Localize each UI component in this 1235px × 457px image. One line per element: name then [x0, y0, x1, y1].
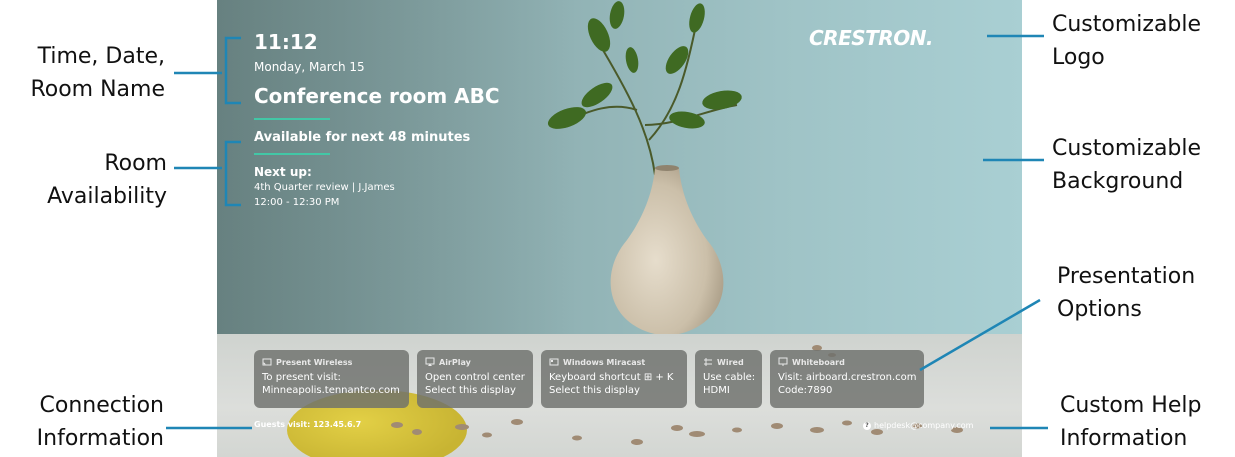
guest-connection-info: Guests visit: 123.45.6.7: [254, 420, 362, 429]
plant-branch-image: [547, 1, 742, 176]
next-up-title: 4th Quarter review | J.James: [254, 182, 395, 193]
help-email: helpdesk@company.com: [874, 421, 974, 430]
card-wired[interactable]: Wired Use cable: HDMI: [695, 350, 762, 408]
card-line2: Select this display: [425, 385, 516, 396]
next-up-time: 12:00 - 12:30 PM: [254, 197, 340, 208]
annotation-presentation-options: Presentation Options: [1057, 264, 1196, 322]
annotation-custom-help-information: Custom Help Information: [1060, 393, 1202, 451]
card-title: Windows Miracast: [563, 357, 646, 367]
vase-image: [610, 165, 724, 336]
card-line2: Code:7890: [778, 385, 833, 396]
card-line1: To present visit:: [262, 372, 341, 383]
card-line1: Visit: airboard.crestron.com: [778, 372, 917, 383]
annotation-time-date-room: Time, Date, Room Name: [30, 44, 165, 102]
divider-bottom: [254, 153, 330, 155]
wired-icon: [704, 358, 712, 366]
card-title: Wired: [717, 357, 744, 367]
divider-top: [254, 118, 330, 120]
card-present-wireless[interactable]: Present Wireless To present visit: Minne…: [254, 350, 409, 408]
card-title: Whiteboard: [792, 357, 845, 367]
current-date: Monday, March 15: [254, 60, 365, 74]
next-up-label: Next up:: [254, 165, 312, 179]
whiteboard-icon: [778, 357, 788, 366]
room-name: Conference room ABC: [254, 84, 500, 108]
card-title: Present Wireless: [276, 357, 353, 367]
availability-status: Available for next 48 minutes: [254, 130, 471, 145]
card-line1: Use cable:: [703, 372, 756, 383]
airplay-icon: [425, 357, 435, 366]
card-line2: Minneapolis.tennantco.com: [262, 385, 400, 396]
annotation-customizable-logo: Customizable Logo: [1052, 12, 1202, 70]
annotation-room-availability: Room Availability: [47, 151, 167, 209]
cast-icon: [262, 358, 272, 366]
card-whiteboard[interactable]: Whiteboard Visit: airboard.crestron.com …: [770, 350, 924, 408]
annotation-connection-information: Connection Information: [36, 393, 164, 451]
card-windows-miracast[interactable]: Windows Miracast Keyboard shortcut ⊞ + K…: [541, 350, 687, 408]
help-icon: ?: [863, 421, 871, 430]
card-line1: Keyboard shortcut ⊞ + K: [549, 372, 674, 383]
welcome-screen: 11:12 Monday, March 15 Conference room A…: [217, 0, 1022, 457]
miracast-icon: [549, 358, 559, 366]
annotation-customizable-background: Customizable Background: [1052, 136, 1202, 194]
card-title: AirPlay: [439, 357, 471, 367]
card-line1: Open control center: [425, 372, 525, 383]
card-airplay[interactable]: AirPlay Open control center Select this …: [417, 350, 533, 408]
card-line2: Select this display: [549, 385, 640, 396]
help-contact[interactable]: ? helpdesk@company.com: [863, 421, 973, 430]
crestron-logo: CRESTRON.: [809, 26, 934, 50]
card-line2: HDMI: [703, 385, 730, 396]
clock-time: 11:12: [254, 30, 318, 54]
